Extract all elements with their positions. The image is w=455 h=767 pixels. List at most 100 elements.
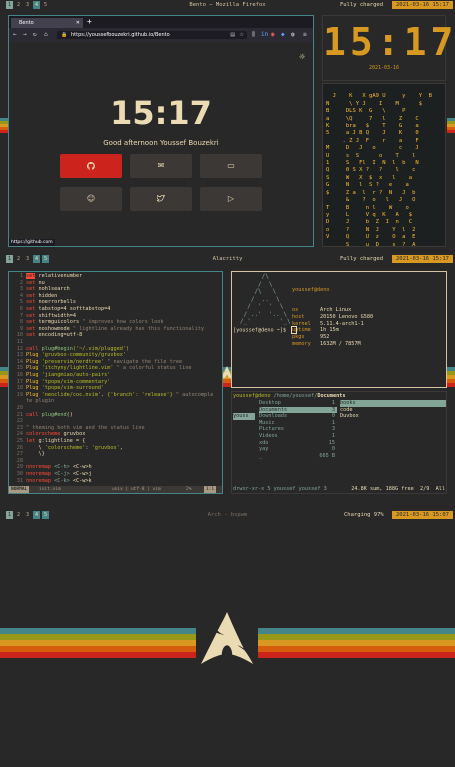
arch-logo-icon [201,612,253,664]
neofetch-value: 5.11.4-arch1-1 [320,320,364,327]
code-line: 16 Plug 'jiangmiao/auto-pairs' [9,372,111,379]
list-item[interactable]: Music 1 [259,420,337,427]
list-item[interactable]: Documents 3 [259,406,337,414]
library-icon[interactable]: ⫼ [252,31,255,39]
code-line: 11 [9,339,26,346]
item-name: Videos [259,432,278,439]
ranger-parent-column: youss [233,400,255,433]
list-item[interactable]: yay 0 [259,446,337,453]
list-item[interactable]: Pictures 3 [259,426,337,433]
code-token: termguicolors [35,319,83,326]
github-button[interactable] [60,154,122,178]
code-line: 1 set relativenumber [9,273,82,280]
ranger-footer: drwxr-xr-x 5 youssef youssef 3 [233,486,327,493]
stripe [0,383,8,387]
mail-icon: ✉ [157,161,165,170]
cmatrix-terminal: J K X gA9 U y Y B N \ Y J I M $ B DLS K … [322,83,446,247]
line-number: 6 [19,306,23,312]
code-line: 12 call plug#begin('~/.vim/plugged') [9,346,129,353]
neofetch-row: os Arch Linux [292,307,373,314]
back-icon[interactable]: ← [13,31,17,39]
neofetch-key: os [292,306,299,313]
theme-toggle-sun-icon[interactable]: ☼ [299,52,305,63]
twitter-button[interactable] [130,187,192,211]
code-token: plug#end [38,411,67,418]
neofetch-terminal[interactable]: /\ / \ /\ \ / .. \ / ' ' \ / ..' '.. \ /… [231,271,447,388]
forward-icon[interactable]: → [23,31,27,39]
line-number: 25 [16,438,23,444]
item-count: 1 [331,432,335,439]
youtube-button[interactable]: ▷ [200,187,262,211]
line-number: 3 [19,286,23,293]
code-token: gruvbox [60,431,86,438]
list-item[interactable]: Desktop 1 [259,400,337,407]
privacy-icon[interactable]: ◆ [281,31,285,39]
code-token: 'colorscheme' [44,444,86,451]
list-item[interactable]: Videos 1 [259,433,337,440]
url-bar[interactable]: 🔒 https://youssefbouzekri.github.io/Bent… [57,31,247,39]
reddit-button[interactable]: ☺ [60,187,122,211]
code-token: <C-w>j [69,471,92,477]
path-dir: /home/youssef/ [273,393,318,399]
reload-icon[interactable]: ↻ [33,31,37,39]
bookmark-star-icon[interactable]: ☆ [240,31,244,39]
list-item[interactable]: books [340,400,446,407]
list-item[interactable]: youss [233,413,255,420]
code-token: set [26,306,36,312]
monitor-button[interactable]: ▭ [200,154,262,178]
line-number: 29 [16,464,23,471]
line-number: 12 [16,345,23,352]
list-item[interactable]: xdo 15 [259,440,337,447]
mail-button[interactable]: ✉ [130,154,192,178]
navigation-toolbar: ← → ↻ ⌂ 🔒 https://youssefbouzekri.github… [9,28,313,42]
reddit-icon: ☺ [86,194,96,203]
close-tab-icon[interactable]: ✕ [76,18,80,28]
code-token: te plugin [26,398,55,405]
clock-digits: 15:17 [323,20,455,64]
list-item[interactable]: _ 665 B [259,453,337,460]
line-number: 22 [16,418,23,425]
code-line: 26 \ 'colorscheme': 'gruvbox', [9,445,123,452]
date-time: 2021-03-16 15:07 [392,511,453,519]
code-token: set [26,299,36,306]
neofetch-value: Arch Linux [320,306,352,313]
account-icon[interactable]: ◍ [291,31,295,39]
neofetch-header: youssef@deno [292,286,330,293]
vim-percent: 2% [186,487,192,492]
tab-bento[interactable]: Bento ✕ [11,18,83,28]
code-line: 3 set nohlsearch [9,286,70,293]
neofetch-info: youssef@deno os Arch Linux host 20150 Lenov… [292,273,373,348]
ublock-icon[interactable]: ◉ [271,31,275,39]
code-token: 'neoclide/coc.nvim', {'branch': 'release… [41,391,173,398]
extension-icon[interactable]: in [261,31,268,39]
code-token: 'itchyny/lightline.vim' [41,365,114,372]
item-count: 0 [331,413,335,420]
list-item[interactable]: Duvbox [340,413,446,420]
code-line: 25 let g:lightline = { [9,438,86,445]
ranger-footer-right: 24.8K sum, 188G free 2/9 All [351,486,445,492]
code-token: " improves how colors look [82,319,164,326]
list-item[interactable]: Downloads 0 [259,413,337,420]
lock-icon: 🔒 [61,32,68,38]
ranger-path: youssef@deno /home/youssef/Documents [233,393,345,400]
code-token: , [119,444,123,451]
code-line: te plugin [9,398,54,405]
line-number: 31 [16,477,23,484]
list-item[interactable]: code [340,407,446,414]
reader-icon[interactable]: ▤ [230,31,235,39]
battery-status: Fully charged [340,256,384,262]
code-line: 22 [9,418,26,425]
twitter-icon [156,194,165,203]
line-number: 27 [16,451,23,458]
item-count: 3 [331,406,335,413]
new-tab-icon[interactable]: + [87,17,92,26]
url-text: https://youssefbouzekri.github.io/Bento [71,32,170,38]
line-number: 4 [19,292,23,299]
home-icon[interactable]: ⌂ [44,31,48,39]
arch-ascii-logo: /\ / \ /\ \ / .. \ / ' ' \ / ..' '.. \ /… [240,273,291,325]
code-token: set [26,292,36,299]
menu-icon[interactable]: ≡ [303,31,307,39]
clock-date: 2021-03-16 [368,65,400,71]
vim-editor[interactable]: NORMAL init.vim unix | utf-8 | vim 2% 1:… [8,271,223,494]
ranger-file-manager[interactable]: youssef@deno /home/youssef/Documents you… [231,391,447,494]
